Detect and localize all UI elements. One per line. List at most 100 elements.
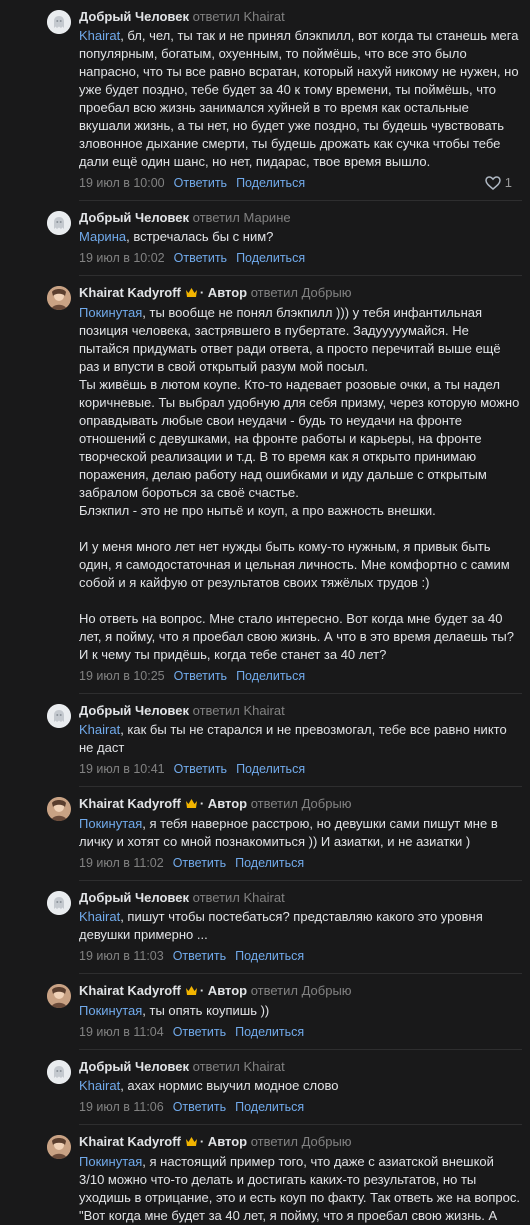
heart-icon bbox=[485, 176, 501, 190]
replied-to[interactable]: ответил Khairat bbox=[193, 9, 285, 24]
author-name[interactable]: Khairat Kadyroff bbox=[79, 285, 181, 300]
comment-date[interactable]: 19 июл в 11:03 bbox=[79, 949, 164, 963]
comment-date[interactable]: 19 июл в 11:02 bbox=[79, 856, 164, 870]
replied-to[interactable]: ответил Добрыю bbox=[251, 796, 352, 811]
reply-button[interactable]: Ответить bbox=[173, 1025, 226, 1039]
mention-link[interactable]: Khairat bbox=[79, 1078, 120, 1093]
reply-button[interactable]: Ответить bbox=[173, 856, 226, 870]
comment-body: , ты опять коупишь )) bbox=[142, 1003, 270, 1018]
replied-to-name[interactable]: Khairat bbox=[244, 703, 285, 718]
comment-date[interactable]: 19 июл в 10:41 bbox=[79, 762, 165, 776]
share-button[interactable]: Поделиться bbox=[236, 762, 305, 776]
author-name[interactable]: Добрый Человек bbox=[79, 9, 189, 24]
user-avatar[interactable] bbox=[47, 891, 71, 915]
replied-to[interactable]: ответил Добрыю bbox=[251, 983, 352, 998]
author-name[interactable]: Добрый Человек bbox=[79, 210, 189, 225]
user-avatar[interactable] bbox=[47, 10, 71, 34]
share-button[interactable]: Поделиться bbox=[236, 251, 305, 265]
replied-to-name[interactable]: Добрыю bbox=[302, 1134, 352, 1149]
like-button[interactable]: 1 bbox=[485, 174, 512, 192]
share-button[interactable]: Поделиться bbox=[235, 856, 304, 870]
mention-link[interactable]: Покинутая bbox=[79, 1154, 142, 1169]
author-avatar[interactable] bbox=[47, 984, 71, 1008]
mention-link[interactable]: Марина bbox=[79, 229, 126, 244]
replied-to-name[interactable]: Khairat bbox=[244, 9, 285, 24]
author-name[interactable]: Добрый Человек bbox=[79, 890, 189, 905]
comment: Khairat Kadyroff · Автор ответил Добрыю П… bbox=[0, 974, 530, 1050]
share-button[interactable]: Поделиться bbox=[236, 669, 305, 683]
author-name[interactable]: Добрый Человек bbox=[79, 703, 189, 718]
comment-date[interactable]: 19 июл в 11:04 bbox=[79, 1025, 164, 1039]
comment-date[interactable]: 19 июл в 10:02 bbox=[79, 251, 165, 265]
comment-body: , как бы ты не старался и не превозмогал… bbox=[79, 722, 511, 755]
author-badge: · Автор bbox=[199, 285, 248, 300]
share-button[interactable]: Поделиться bbox=[236, 176, 305, 190]
user-avatar[interactable] bbox=[47, 1060, 71, 1084]
comment: Khairat Kadyroff · Автор ответил Добрыю П… bbox=[0, 787, 530, 881]
author-avatar[interactable] bbox=[47, 286, 71, 310]
comment: Добрый Человек ответил Khairat Khairat, … bbox=[0, 1050, 530, 1125]
comment: Добрый Человек ответил Khairat Khairat, … bbox=[0, 881, 530, 974]
comment-header: Добрый Человек ответил Khairat bbox=[79, 8, 522, 26]
share-button[interactable]: Поделиться bbox=[235, 1025, 304, 1039]
comment-text: Покинутая, ты опять коупишь )) bbox=[79, 1002, 522, 1020]
author-avatar[interactable] bbox=[47, 1135, 71, 1159]
comment-text: Khairat, ахах нормис выучил модное слово bbox=[79, 1077, 522, 1095]
user-avatar[interactable] bbox=[47, 704, 71, 728]
replied-to[interactable]: ответил Khairat bbox=[193, 890, 285, 905]
comment-date[interactable]: 19 июл в 11:06 bbox=[79, 1100, 164, 1114]
replied-to-name[interactable]: Khairat bbox=[244, 1059, 285, 1074]
mention-link[interactable]: Khairat bbox=[79, 722, 120, 737]
author-name[interactable]: Добрый Человек bbox=[79, 1059, 189, 1074]
comment-text: Khairat, как бы ты не старался и не прев… bbox=[79, 721, 522, 757]
comment-text: Покинутая, ты вообще не понял блэкпилл )… bbox=[79, 304, 522, 664]
comment-body: , ахах нормис выучил модное слово bbox=[120, 1078, 339, 1093]
mention-link[interactable]: Покинутая bbox=[79, 816, 142, 831]
reply-button[interactable]: Ответить bbox=[174, 176, 227, 190]
replied-to[interactable]: ответил Марине bbox=[193, 210, 291, 225]
mention-link[interactable]: Покинутая bbox=[79, 305, 142, 320]
replied-to-name[interactable]: Добрыю bbox=[302, 285, 352, 300]
comment-date[interactable]: 19 июл в 10:25 bbox=[79, 669, 165, 683]
replied-to-name[interactable]: Добрыю bbox=[302, 796, 352, 811]
comment-body: , бл, чел, ты так и не принял блэкпилл, … bbox=[79, 28, 523, 169]
share-button[interactable]: Поделиться bbox=[235, 949, 304, 963]
author-badge: · Автор bbox=[199, 796, 248, 811]
comment: Добрый Человек ответил Khairat Khairat, … bbox=[0, 0, 530, 201]
comment-body: , пишут чтобы постебаться? представляю к… bbox=[79, 909, 487, 942]
replied-to[interactable]: ответил Добрыю bbox=[251, 285, 352, 300]
reply-button[interactable]: Ответить bbox=[173, 949, 226, 963]
comment-body: , встречалась бы с ним? bbox=[126, 229, 274, 244]
replied-to-name[interactable]: Добрыю bbox=[302, 983, 352, 998]
comment-footer: 19 июл в 11:03 Ответить Поделиться bbox=[79, 947, 522, 973]
comment-header: Добрый Человек ответил Khairat bbox=[79, 1058, 522, 1076]
comment-date[interactable]: 19 июл в 10:00 bbox=[79, 176, 165, 190]
comment-footer: 19 июл в 11:02 Ответить Поделиться bbox=[79, 854, 522, 880]
comment-text: Покинутая, я тебя наверное расстрою, но … bbox=[79, 815, 522, 851]
replied-to[interactable]: ответил Khairat bbox=[193, 1059, 285, 1074]
replied-to[interactable]: ответил Khairat bbox=[193, 703, 285, 718]
mention-link[interactable]: Покинутая bbox=[79, 1003, 142, 1018]
author-name[interactable]: Khairat Kadyroff bbox=[79, 796, 181, 811]
comment-footer: 19 июл в 11:04 Ответить Поделиться bbox=[79, 1023, 522, 1049]
comment-footer: 19 июл в 10:02 Ответить Поделиться bbox=[79, 249, 522, 275]
author-badge: · Автор bbox=[199, 1134, 248, 1149]
author-name[interactable]: Khairat Kadyroff bbox=[79, 1134, 181, 1149]
comment-header: Добрый Человек ответил Марине bbox=[79, 209, 522, 227]
replied-to-name[interactable]: Марине bbox=[244, 210, 291, 225]
replied-to[interactable]: ответил Добрыю bbox=[251, 1134, 352, 1149]
comment-body: , я настоящий пример того, что даже с аз… bbox=[79, 1154, 520, 1223]
mention-link[interactable]: Khairat bbox=[79, 28, 120, 43]
reply-button[interactable]: Ответить bbox=[174, 762, 227, 776]
reply-button[interactable]: Ответить bbox=[174, 251, 227, 265]
replied-to-name[interactable]: Khairat bbox=[244, 890, 285, 905]
comment-thread: Добрый Человек ответил Khairat Khairat, … bbox=[0, 0, 530, 1225]
share-button[interactable]: Поделиться bbox=[235, 1100, 304, 1114]
reply-button[interactable]: Ответить bbox=[173, 1100, 226, 1114]
author-name[interactable]: Khairat Kadyroff bbox=[79, 983, 181, 998]
comment-header: Добрый Человек ответил Khairat bbox=[79, 702, 522, 720]
reply-button[interactable]: Ответить bbox=[174, 669, 227, 683]
mention-link[interactable]: Khairat bbox=[79, 909, 120, 924]
user-avatar[interactable] bbox=[47, 211, 71, 235]
author-avatar[interactable] bbox=[47, 797, 71, 821]
